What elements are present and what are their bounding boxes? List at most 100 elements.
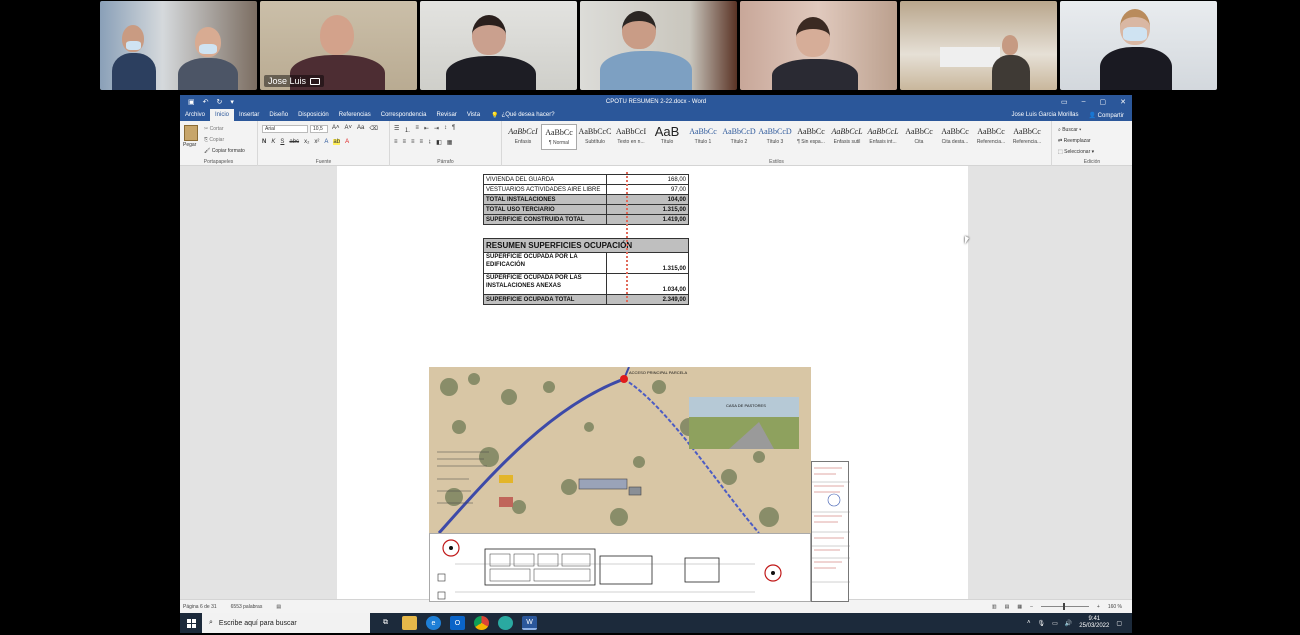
close-icon[interactable]: ✕ — [1120, 98, 1126, 106]
bullets-icon[interactable]: ☰ — [394, 125, 399, 134]
cut-button[interactable]: ✂ Cortar — [204, 124, 245, 135]
notifications-icon[interactable]: ▢ — [1116, 620, 1122, 627]
share-button[interactable]: 👤 Compartir — [1089, 112, 1125, 119]
file-explorer-icon[interactable] — [402, 616, 417, 630]
chrome-icon[interactable] — [474, 616, 489, 630]
minimize-icon[interactable]: – — [1082, 98, 1086, 106]
edge-new-icon[interactable] — [498, 616, 513, 630]
zoom-out-icon[interactable]: – — [1030, 604, 1033, 610]
paste-icon[interactable] — [184, 125, 198, 141]
style-gallery-item[interactable]: AaBbCcD Título 2 — [721, 124, 757, 150]
paste-button[interactable]: Pegar — [183, 142, 196, 148]
font-name-select[interactable]: Arial — [262, 125, 308, 133]
chevron-up-icon[interactable]: ˄ — [1027, 620, 1031, 626]
tab-inicio[interactable]: Inicio — [210, 109, 235, 121]
participant-tile[interactable] — [580, 1, 737, 90]
grow-font-icon[interactable]: A˄ — [332, 125, 340, 132]
tab-diseno[interactable]: Diseño — [264, 109, 293, 121]
show-marks-icon[interactable]: ¶ — [452, 125, 455, 134]
clock[interactable]: 9:41 25/03/2022 — [1079, 616, 1109, 630]
style-gallery-item[interactable]: AaBbCcL Énfasis sutil — [829, 124, 865, 150]
participant-tile[interactable] — [1060, 1, 1217, 90]
line-spacing-icon[interactable]: ↨ — [428, 139, 431, 146]
zoom-slider[interactable] — [1040, 603, 1089, 610]
tab-correspondencia[interactable]: Correspondencia — [376, 109, 432, 121]
word-count[interactable]: 6553 palabras — [231, 604, 263, 610]
print-layout-icon[interactable]: ▤ — [1005, 604, 1010, 610]
underline-icon[interactable]: S — [280, 139, 284, 145]
multilevel-list-icon[interactable]: ≡ — [415, 125, 419, 134]
maximize-icon[interactable]: ▢ — [1100, 98, 1107, 106]
participant-tile[interactable] — [100, 1, 257, 90]
subscript-icon[interactable]: x₂ — [304, 139, 309, 145]
ribbon-options-icon[interactable]: ▭ — [1061, 98, 1068, 106]
tab-vista[interactable]: Vista — [462, 109, 485, 121]
align-right-icon[interactable]: ≡ — [411, 139, 415, 146]
volume-icon[interactable]: 🔊 — [1065, 620, 1072, 627]
style-gallery-item[interactable]: AaBbCc ¶ Normal — [541, 124, 577, 150]
style-gallery-item[interactable]: AaBbCc ¶ Sin espa... — [793, 124, 829, 150]
style-gallery-item[interactable]: AaBbCcI Texto en n... — [613, 124, 649, 150]
style-gallery-item[interactable]: AaBbCcI Énfasis — [505, 124, 541, 150]
font-size-select[interactable]: 10,5 — [310, 125, 328, 133]
style-gallery-item[interactable]: AaBbCc Referencia... — [973, 124, 1009, 150]
shading-icon[interactable]: ◧ — [436, 139, 442, 146]
justify-icon[interactable]: ≡ — [420, 139, 424, 146]
participant-tile[interactable] — [740, 1, 897, 90]
style-gallery-item[interactable]: AaBbCc Título 1 — [685, 124, 721, 150]
tell-me-box[interactable]: 💡 ¿Qué desea hacer? — [491, 112, 555, 119]
style-gallery-item[interactable]: AaBbCcC Subtítulo — [577, 124, 613, 150]
proofing-icon[interactable]: ▤ — [276, 604, 281, 610]
shrink-font-icon[interactable]: A˅ — [345, 125, 353, 132]
font-color-icon[interactable]: A — [345, 139, 349, 145]
tab-disposicion[interactable]: Disposición — [293, 109, 334, 121]
taskbar-search-input[interactable]: ⌕ Escribe aquí para buscar — [202, 613, 370, 633]
participant-tile[interactable] — [900, 1, 1057, 90]
text-effects-icon[interactable]: A — [324, 139, 328, 145]
participant-tile[interactable] — [420, 1, 577, 90]
tab-archivo[interactable]: Archivo — [180, 109, 210, 121]
read-mode-icon[interactable]: ▥ — [992, 604, 997, 610]
task-view-icon[interactable]: ⧉ — [378, 616, 393, 630]
increase-indent-icon[interactable]: ⇥ — [434, 125, 439, 134]
style-gallery-item[interactable]: AaBbCc Cita — [901, 124, 937, 150]
numbering-icon[interactable]: ⒈ — [404, 125, 410, 134]
select-button[interactable]: ⬚ Seleccionar ▾ — [1058, 147, 1094, 158]
decrease-indent-icon[interactable]: ⇤ — [424, 125, 429, 134]
change-case-icon[interactable]: Aa — [357, 125, 364, 132]
style-gallery-item[interactable]: AaBbCc Cita desta... — [937, 124, 973, 150]
align-center-icon[interactable]: ≡ — [403, 139, 407, 146]
outlook-icon[interactable]: O — [450, 616, 465, 630]
page-count[interactable]: Página 6 de 31 — [183, 604, 217, 610]
word-icon[interactable]: W — [522, 616, 537, 630]
bold-icon[interactable]: N — [262, 139, 266, 145]
zoom-level[interactable]: 160 % — [1108, 604, 1122, 610]
tab-insertar[interactable]: Insertar — [234, 109, 264, 121]
replace-button[interactable]: ⇄ Reemplazar — [1058, 136, 1094, 147]
strikethrough-icon[interactable]: abc — [289, 139, 299, 145]
style-gallery-item[interactable]: AaB Título — [649, 124, 685, 150]
highlight-icon[interactable]: ab — [333, 139, 341, 145]
copy-button[interactable]: ⎘ Copiar — [204, 135, 245, 146]
edge-icon[interactable]: e — [426, 616, 441, 630]
find-button[interactable]: ⌕ Buscar ▾ — [1058, 125, 1094, 136]
participant-tile[interactable]: Jose Luis — [260, 1, 417, 90]
sort-icon[interactable]: ↕ — [444, 125, 447, 134]
clear-format-icon[interactable]: ⌫ — [369, 125, 377, 132]
zoom-in-icon[interactable]: + — [1097, 604, 1100, 610]
style-gallery-item[interactable]: AaBbCcL Énfasis int... — [865, 124, 901, 150]
tab-referencias[interactable]: Referencias — [334, 109, 376, 121]
format-painter-button[interactable]: 🖌 Copiar formato — [204, 146, 245, 157]
account-name[interactable]: Jose Luis Garcia Morillas — [1011, 112, 1078, 118]
network-icon[interactable]: ▭ — [1052, 620, 1058, 627]
align-left-icon[interactable]: ≡ — [394, 139, 398, 146]
tab-revisar[interactable]: Revisar — [431, 109, 461, 121]
web-layout-icon[interactable]: ▦ — [1017, 604, 1022, 610]
microphone-icon[interactable]: 🎙 — [1038, 620, 1046, 627]
italic-icon[interactable]: K — [271, 139, 275, 145]
style-gallery-item[interactable]: AaBbCcD Título 3 — [757, 124, 793, 150]
windows-start-icon[interactable] — [180, 613, 202, 633]
borders-icon[interactable]: ▦ — [447, 139, 453, 146]
superscript-icon[interactable]: x² — [314, 139, 319, 145]
style-gallery-item[interactable]: AaBbCc Referencia... — [1009, 124, 1045, 150]
